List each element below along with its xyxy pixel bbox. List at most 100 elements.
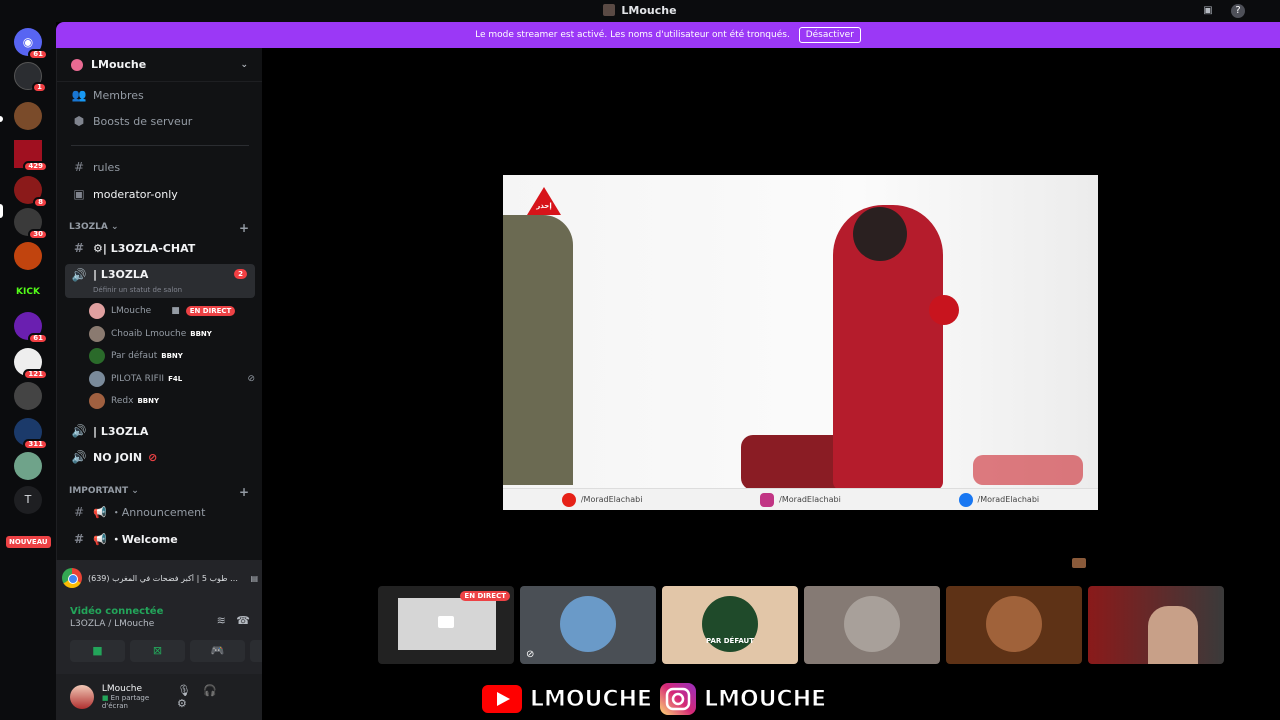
participant-tile[interactable] xyxy=(804,586,940,664)
inbox-icon[interactable]: ▣ xyxy=(1201,4,1215,18)
server-list: ◉ 61 1 429 8 30 KICK 61 121 311 T NOUVEAU xyxy=(0,22,56,720)
channel-welcome[interactable]: # 📢 ・Welcome xyxy=(65,528,255,550)
channel-rules[interactable]: # rules xyxy=(65,156,255,178)
mention-badge: 2 xyxy=(234,269,247,279)
streamer-mode-banner: Le mode streamer est activé. Les noms d'… xyxy=(56,22,1280,48)
participant-tile[interactable]: PAR DÉFAUT xyxy=(662,586,798,664)
help-icon[interactable]: ? xyxy=(1231,4,1245,18)
megaphone-icon: 📢 xyxy=(93,532,107,546)
megaphone-icon: 📢 xyxy=(93,505,107,519)
avatar xyxy=(89,393,105,409)
hash-icon: # xyxy=(73,532,85,546)
noise-suppression-icon[interactable]: ≋ xyxy=(217,614,226,627)
video-pomegranate xyxy=(929,295,959,325)
screen-share-button[interactable]: ⊠ xyxy=(130,640,185,662)
stream-brand-overlay: LMOUCHE LMOUCHE xyxy=(480,681,827,717)
screen-icon xyxy=(438,616,454,628)
user-controls: 🎙🎧 ⚙ xyxy=(177,684,250,710)
microphone-icon[interactable]: 🎙 xyxy=(177,684,203,697)
server-icon-11[interactable]: 311 xyxy=(14,418,48,450)
avatar xyxy=(986,596,1042,652)
server-icon-t[interactable]: T xyxy=(14,486,42,514)
participant-tile[interactable] xyxy=(946,586,1082,664)
voice-user[interactable]: Par défaut BBNY xyxy=(89,346,255,366)
server-icon-2[interactable] xyxy=(14,102,42,130)
set-status-link[interactable]: Définir un statut de salon xyxy=(93,286,182,294)
channel-l3ozla-chat[interactable]: # ⚙| L3OZLA-CHAT xyxy=(65,237,255,259)
voice-channel[interactable]: 🔊 | L3OZLA xyxy=(65,420,255,442)
server-icon-1[interactable]: 1 xyxy=(14,62,47,93)
live-badge: EN DIRECT xyxy=(185,306,236,316)
add-channel-icon[interactable]: + xyxy=(239,221,249,235)
video-hair xyxy=(853,207,907,261)
disconnect-icon[interactable]: ☎ xyxy=(236,614,250,627)
speaker-icon: 🔊 xyxy=(71,268,87,282)
facebook-icon xyxy=(958,492,973,507)
category-l3ozla[interactable]: L3OZLA ⌄ + xyxy=(69,221,249,235)
add-channel-icon[interactable]: + xyxy=(239,485,249,499)
activities-button[interactable]: 🎮 xyxy=(190,640,245,662)
deafened-icon: ⊘ xyxy=(247,374,255,384)
server-icon-8[interactable]: 61 xyxy=(14,312,48,344)
voice-user[interactable]: Choaib Lmouche BBNY xyxy=(89,324,255,344)
channel-moderator-only[interactable]: ▣ moderator-only xyxy=(65,183,255,205)
hash-icon: # xyxy=(73,505,85,519)
headphones-icon[interactable]: 🎧 xyxy=(203,684,229,697)
server-header[interactable]: LMouche ⌄ xyxy=(57,48,262,82)
disable-streamer-mode-button[interactable]: Désactiver xyxy=(798,27,861,43)
avatar: PAR DÉFAUT xyxy=(702,596,758,652)
server-boosts-link[interactable]: ⬢ Boosts de serveur xyxy=(65,110,255,132)
members-link[interactable]: 👥 Membres xyxy=(65,84,255,106)
avatar xyxy=(560,596,616,652)
participant-tile-live[interactable]: EN DIRECT xyxy=(378,586,514,664)
boost-icon: ⬢ xyxy=(73,114,85,128)
home-badge: 61 xyxy=(28,49,48,60)
activity-status[interactable]: (639) طوب 5 | أكبر فضحات في المغرب 🤣🤣 - … xyxy=(62,566,258,590)
voice-channel-no-join[interactable]: 🔊 NO JOIN ⊘ xyxy=(65,446,255,468)
speaker-icon: 🔊 xyxy=(71,424,87,438)
unread-pip xyxy=(0,116,3,122)
screen-icon[interactable]: ▤ xyxy=(250,574,258,583)
camera-button[interactable]: ■ xyxy=(70,640,125,662)
voice-controls: ≋ ☎ xyxy=(217,614,250,627)
server-icon-4[interactable]: 8 xyxy=(14,176,48,208)
server-icon-9[interactable]: 121 xyxy=(14,348,48,380)
voice-connection-status: Vidéo connectée L3OZLA / LMouche xyxy=(70,606,164,629)
camera-person xyxy=(1148,606,1198,664)
server-icon-10[interactable] xyxy=(14,382,42,410)
video-person-left xyxy=(503,215,573,485)
user-avatar[interactable] xyxy=(70,685,94,709)
voice-panel: (639) طوب 5 | أكبر فضحات في المغرب 🤣🤣 - … xyxy=(56,560,305,720)
voice-user[interactable]: LMouche ■ EN DIRECT xyxy=(89,301,255,321)
channel-announcement[interactable]: # 📢 ・Announcement xyxy=(65,501,255,523)
server-icon-3[interactable]: 429 xyxy=(14,140,48,172)
app-icon xyxy=(603,4,616,16)
server-icon-5[interactable]: 30 xyxy=(14,208,48,240)
voice-channel-active[interactable]: 🔊 | L3OZLA 2 Définir un statut de salon xyxy=(65,264,255,298)
camera-icon: ■ xyxy=(171,306,180,316)
avatar xyxy=(89,303,105,319)
video-social-bar: /MoradElachabi /MoradElachabi /MoradElac… xyxy=(503,488,1098,510)
divider xyxy=(71,145,249,146)
server-icon xyxy=(71,58,83,71)
participant-tile[interactable]: ⊘ xyxy=(520,586,656,664)
selected-pip xyxy=(0,204,3,218)
kick-server-icon[interactable]: KICK xyxy=(14,278,42,306)
instagram-icon xyxy=(760,492,775,507)
discord-home-icon[interactable]: ◉ 61 xyxy=(14,28,48,60)
category-important[interactable]: IMPORTANT ⌄ + xyxy=(69,485,249,499)
live-badge: EN DIRECT xyxy=(460,591,510,601)
server-icon-12[interactable] xyxy=(14,452,42,480)
avatar xyxy=(844,596,900,652)
video-watermark xyxy=(973,455,1083,485)
voice-user[interactable]: PILOTA RIFII F4L ⊘ xyxy=(89,369,255,389)
voice-user[interactable]: Redx BBNY xyxy=(89,391,255,411)
server-icon-6[interactable] xyxy=(14,242,42,270)
participant-tile-camera[interactable] xyxy=(1088,586,1224,664)
window-title: LMouche xyxy=(0,4,1280,17)
hash-icon: # xyxy=(73,241,85,255)
locked-channel-icon: ▣ xyxy=(73,187,85,201)
user-panel: LMouche ■ En partage d'écran 🎙🎧 ⚙ xyxy=(56,674,262,720)
settings-gear-icon[interactable]: ⚙ xyxy=(177,697,199,710)
stream-video[interactable]: إحذر /MoradElachabi /MoradElachabi /Mora… xyxy=(503,175,1098,510)
